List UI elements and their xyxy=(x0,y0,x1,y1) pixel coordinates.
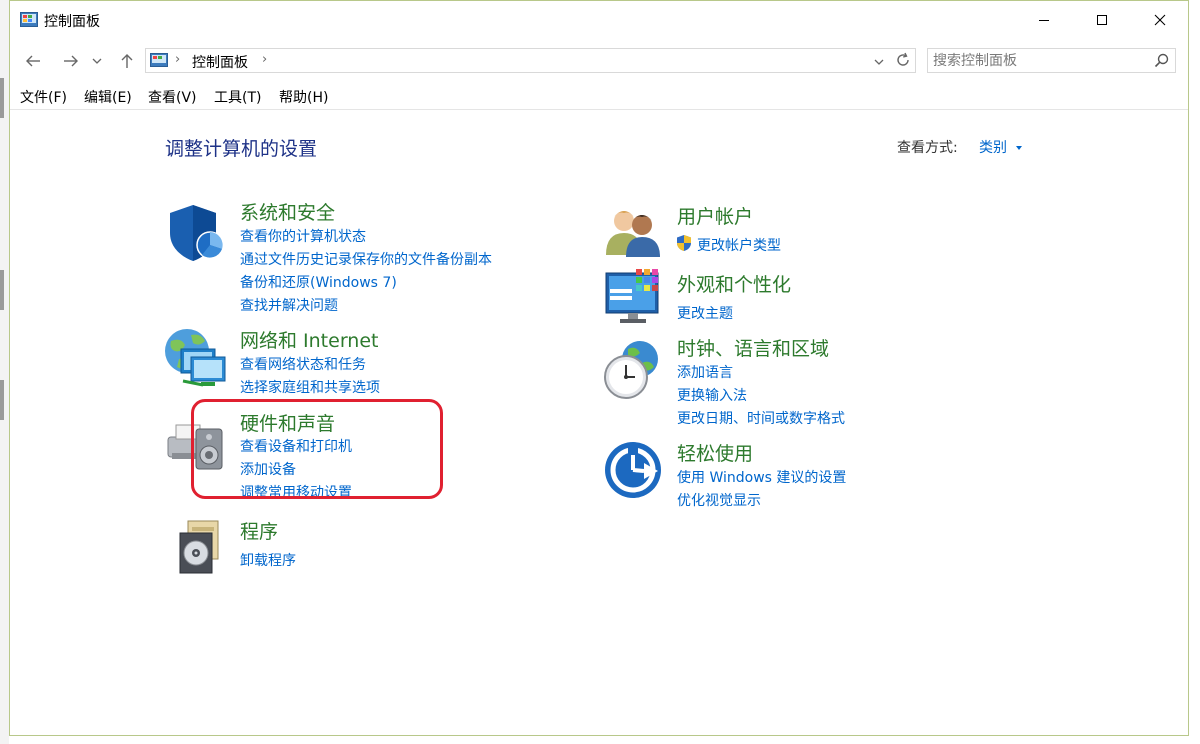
control-panel-window: 控制面板 › 控制面板 › 搜索控制面板 文件(F) 编辑(E) 查看(V) 工… xyxy=(9,0,1189,736)
programs-disc-icon[interactable] xyxy=(174,519,222,579)
refresh-button[interactable] xyxy=(895,52,911,72)
caret-down-icon xyxy=(1016,146,1023,150)
category-title-user-accounts[interactable]: 用户帐户 xyxy=(677,202,753,229)
link-change-input-method[interactable]: 更换输入法 xyxy=(677,385,747,405)
annotation-highlight-box xyxy=(191,399,443,499)
uac-shield-icon xyxy=(676,234,692,256)
address-bar[interactable]: › 控制面板 › xyxy=(145,48,916,73)
view-by-dropdown[interactable]: 类别 xyxy=(979,137,1024,157)
up-button[interactable] xyxy=(115,49,139,73)
arrow-up-icon xyxy=(121,54,133,68)
clock-globe-icon[interactable] xyxy=(602,339,662,405)
page-title: 调整计算机的设置 xyxy=(165,138,318,160)
appearance-monitor-icon[interactable] xyxy=(604,269,664,331)
maximize-button[interactable] xyxy=(1073,1,1131,39)
category-title-programs[interactable]: 程序 xyxy=(240,517,278,544)
chevron-down-icon xyxy=(92,58,102,64)
menu-tools[interactable]: 工具(T) xyxy=(214,87,261,107)
desktop-fragment xyxy=(0,270,4,310)
arrow-left-icon xyxy=(26,55,40,67)
link-change-theme[interactable]: 更改主题 xyxy=(677,303,733,323)
back-button[interactable] xyxy=(21,49,45,73)
desktop-fragment xyxy=(0,78,4,118)
search-box[interactable] xyxy=(927,48,1176,73)
link-change-account-type[interactable]: 更改帐户类型 xyxy=(697,235,781,255)
breadcrumb-separator-icon[interactable]: › xyxy=(262,52,267,67)
link-windows-recommended-settings[interactable]: 使用 Windows 建议的设置 xyxy=(677,467,846,487)
breadcrumb-separator-icon[interactable]: › xyxy=(175,52,180,67)
user-accounts-icon[interactable] xyxy=(604,205,662,261)
network-globe-icon[interactable] xyxy=(163,327,227,393)
link-backup-restore[interactable]: 备份和还原(Windows 7) xyxy=(240,272,397,292)
forward-button[interactable] xyxy=(59,49,83,73)
ease-of-access-icon[interactable] xyxy=(604,441,662,503)
window-title: 控制面板 xyxy=(44,14,100,30)
desktop-fragment xyxy=(0,380,4,420)
link-network-status[interactable]: 查看网络状态和任务 xyxy=(240,354,366,374)
category-title-network-internet[interactable]: 网络和 Internet xyxy=(240,326,378,353)
menu-divider xyxy=(10,109,1188,110)
link-uninstall-program[interactable]: 卸载程序 xyxy=(240,550,296,570)
link-optimize-visual-display[interactable]: 优化视觉显示 xyxy=(677,490,761,510)
refresh-icon xyxy=(897,52,909,66)
control-panel-icon xyxy=(20,12,38,32)
category-title-clock-language-region[interactable]: 时钟、语言和区域 xyxy=(677,334,829,361)
link-homegroup-sharing[interactable]: 选择家庭组和共享选项 xyxy=(240,377,380,397)
link-add-language[interactable]: 添加语言 xyxy=(677,362,733,382)
view-by-value: 类别 xyxy=(979,140,1007,156)
close-icon xyxy=(1154,14,1166,26)
recent-locations-button[interactable] xyxy=(90,49,104,73)
category-title-system-security[interactable]: 系统和安全 xyxy=(240,198,335,225)
breadcrumb-control-panel[interactable]: 控制面板 xyxy=(192,52,248,72)
category-title-ease-of-access[interactable]: 轻松使用 xyxy=(677,439,753,466)
link-change-date-time-format[interactable]: 更改日期、时间或数字格式 xyxy=(677,408,845,428)
view-by-label: 查看方式: xyxy=(897,140,958,156)
shield-icon[interactable] xyxy=(166,203,226,267)
control-panel-icon xyxy=(150,53,168,72)
chevron-down-icon xyxy=(874,59,884,65)
menu-bar: 文件(F) 编辑(E) 查看(V) 工具(T) 帮助(H) xyxy=(10,85,1188,109)
menu-file[interactable]: 文件(F) xyxy=(20,87,67,107)
menu-edit[interactable]: 编辑(E) xyxy=(84,87,132,107)
category-title-appearance[interactable]: 外观和个性化 xyxy=(677,270,791,297)
desktop-background xyxy=(0,0,9,744)
arrow-right-icon xyxy=(64,55,78,67)
search-icon[interactable] xyxy=(1154,53,1169,72)
link-view-computer-status[interactable]: 查看你的计算机状态 xyxy=(240,226,366,246)
search-input[interactable] xyxy=(933,51,1138,70)
menu-view[interactable]: 查看(V) xyxy=(148,87,197,107)
title-bar[interactable]: 控制面板 xyxy=(10,1,1188,39)
maximize-icon xyxy=(1097,15,1107,25)
close-button[interactable] xyxy=(1131,1,1189,39)
minimize-button[interactable] xyxy=(1015,1,1073,39)
navigation-bar: › 控制面板 › xyxy=(10,45,1188,77)
link-file-history-backup[interactable]: 通过文件历史记录保存你的文件备份副本 xyxy=(240,249,492,269)
link-troubleshoot[interactable]: 查找并解决问题 xyxy=(240,295,338,315)
minimize-icon xyxy=(1039,20,1049,21)
address-dropdown-button[interactable] xyxy=(873,53,885,72)
menu-help[interactable]: 帮助(H) xyxy=(279,87,328,107)
